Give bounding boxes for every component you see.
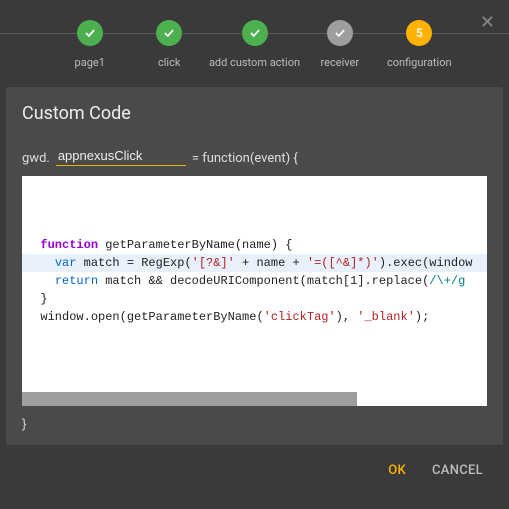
function-declaration: gwd. = function(event) { [22,146,487,166]
panel-title: Custom Code [22,103,487,124]
stepper: page1 click add custom action receiver 5… [0,0,509,81]
step-page1[interactable]: page1 [50,20,129,69]
cancel-button[interactable]: CANCEL [432,463,483,478]
step-label: configuration [387,56,452,69]
horizontal-scrollbar[interactable] [22,392,487,406]
check-icon [242,20,268,46]
step-click[interactable]: click [129,20,208,69]
code-editor[interactable]: function getParameterByName(name) { var … [22,176,487,406]
fn-closing-brace: } [22,416,487,431]
function-name-input[interactable] [56,146,186,166]
step-label: add custom action [209,56,300,69]
step-number-icon: 5 [406,20,432,46]
step-label: click [158,56,180,69]
step-receiver[interactable]: receiver [300,20,379,69]
ok-button[interactable]: OK [388,463,406,478]
fn-prefix: gwd. [22,151,50,166]
check-icon [156,20,182,46]
check-icon [77,20,103,46]
step-add-custom-action[interactable]: add custom action [209,20,300,69]
step-label: page1 [75,56,105,69]
check-icon [327,20,353,46]
fn-suffix: = function(event) { [192,151,298,166]
step-configuration[interactable]: 5 configuration [380,20,459,69]
dialog-footer: OK CANCEL [0,445,509,478]
scrollbar-thumb[interactable] [22,392,357,406]
step-label: receiver [321,56,360,69]
custom-code-panel: Custom Code gwd. = function(event) { fun… [6,87,503,445]
